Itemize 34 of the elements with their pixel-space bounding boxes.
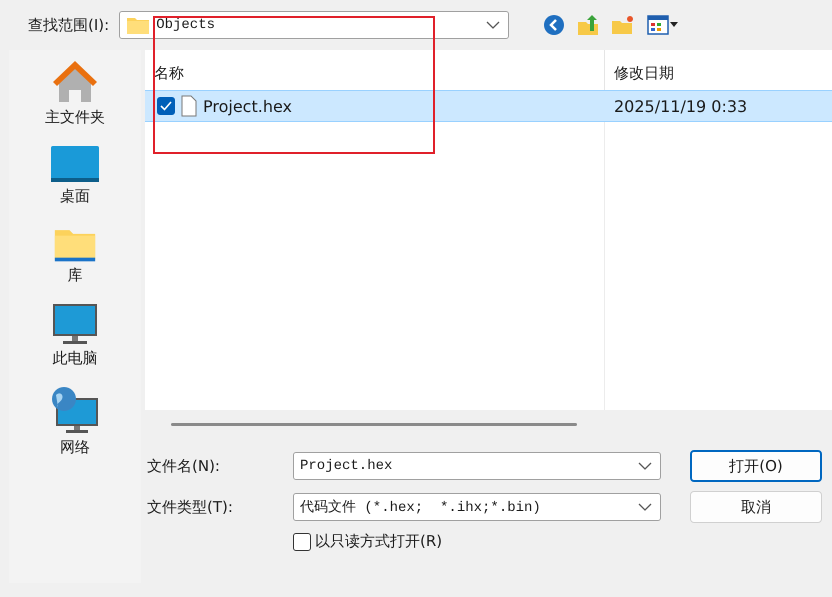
dropdown-chevron-icon[interactable] bbox=[486, 21, 500, 29]
file-name-label: 文件名(N): bbox=[147, 456, 221, 476]
file-row[interactable]: Project.hex 2025/11/19 0:33 bbox=[145, 90, 832, 122]
dropdown-chevron-icon[interactable] bbox=[638, 503, 652, 511]
sidebar-item[interactable]: 桌面 bbox=[60, 187, 90, 206]
network-computer-icon bbox=[50, 386, 100, 434]
new-folder-icon[interactable] bbox=[611, 14, 636, 36]
dropdown-chevron-icon[interactable] bbox=[638, 462, 652, 470]
read-only-checkbox[interactable] bbox=[293, 532, 311, 550]
computer-monitor-icon bbox=[52, 303, 98, 345]
read-only-label[interactable]: 以只读方式打开(R) bbox=[315, 532, 442, 551]
column-header[interactable]: 修改日期 bbox=[605, 50, 832, 90]
folder-icon bbox=[126, 15, 150, 35]
date-cell-text: 2025/11/19 0:33 bbox=[613, 96, 748, 116]
file-name-cell: Project.hex bbox=[203, 96, 292, 116]
look-in-label: 查找范围(I): bbox=[28, 16, 110, 34]
file-type-dropdown[interactable]: 代码文件 (*.hex; *.ihx;*.bin) bbox=[293, 493, 661, 521]
open-button[interactable]: 打开(O) bbox=[690, 450, 822, 482]
sidebar-item[interactable]: 库 bbox=[68, 266, 82, 285]
home-icon bbox=[51, 58, 99, 104]
scrollbar-thumb[interactable] bbox=[171, 422, 577, 426]
look-in-dropdown[interactable]: Objects bbox=[119, 11, 510, 39]
sidebar-item[interactable]: 此电脑 bbox=[52, 349, 98, 368]
sidebar-item[interactable]: 网络 bbox=[60, 438, 90, 457]
monitor-screen-icon bbox=[50, 145, 100, 183]
file-name-field[interactable]: Project.hex bbox=[293, 452, 661, 480]
cancel-button[interactable]: 取消 bbox=[690, 491, 822, 523]
view-menu-icon[interactable] bbox=[647, 15, 680, 35]
file-icon bbox=[181, 95, 197, 117]
checkmark-icon bbox=[160, 101, 172, 111]
sidebar-item[interactable]: 主文件夹 bbox=[45, 108, 105, 127]
up-folder-icon[interactable] bbox=[577, 14, 600, 36]
row-checkbox[interactable] bbox=[157, 97, 175, 115]
file-type-label: 文件类型(T): bbox=[147, 498, 234, 516]
